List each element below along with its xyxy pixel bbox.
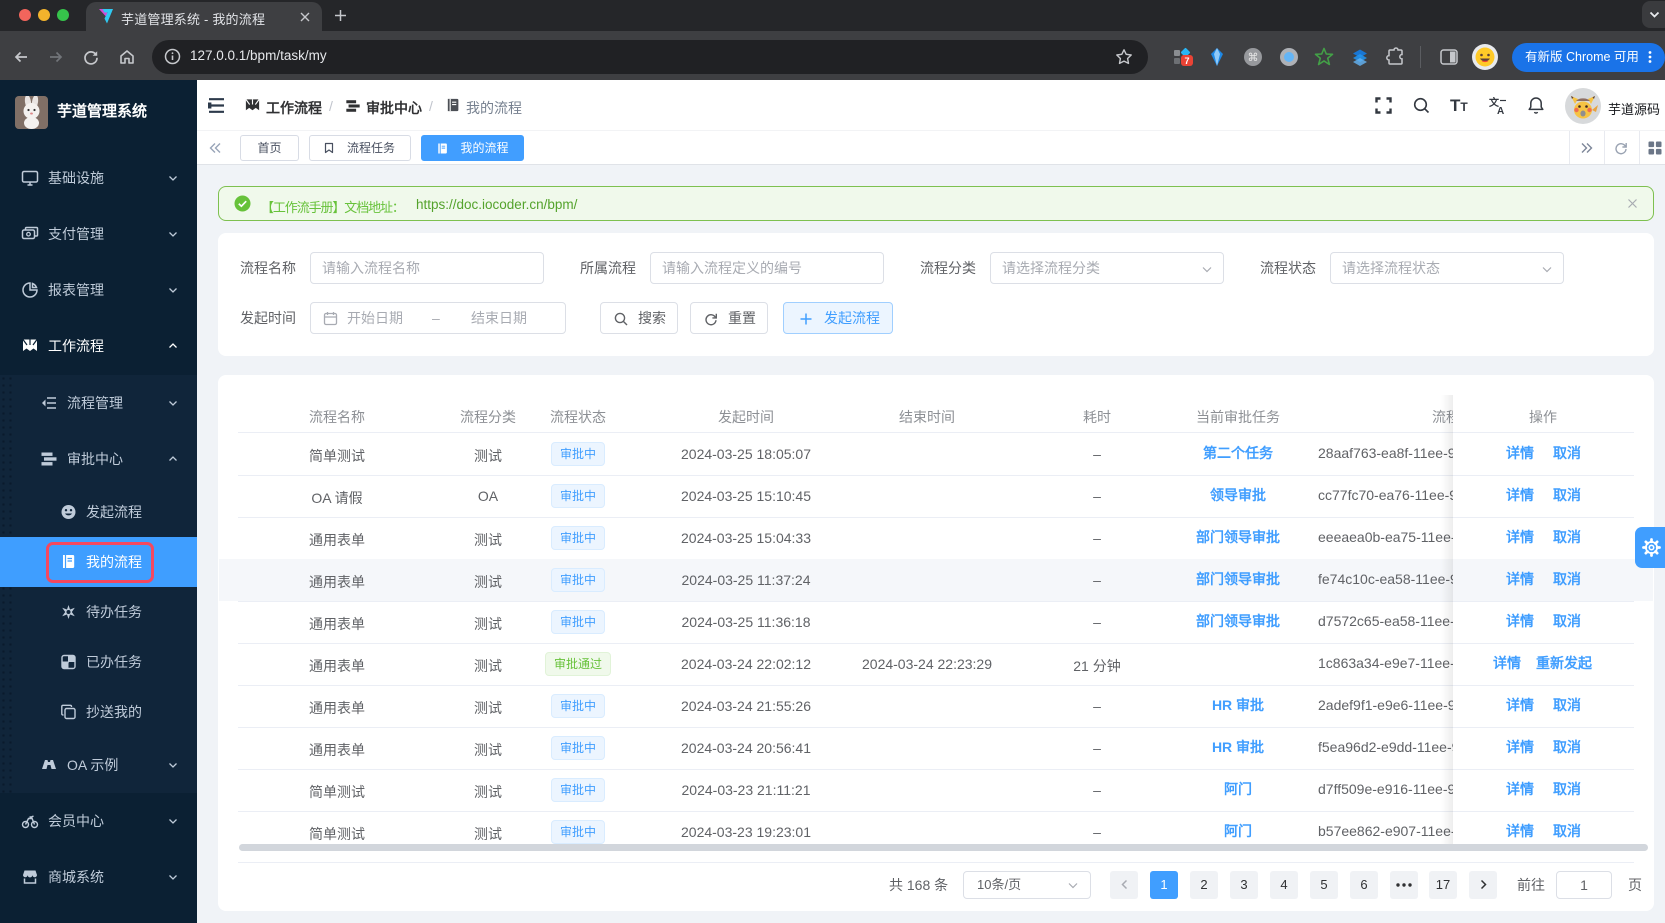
svg-text:⌘: ⌘ [1248,52,1259,64]
svg-text:7: 7 [1184,56,1189,66]
svg-text:A: A [1497,106,1504,115]
